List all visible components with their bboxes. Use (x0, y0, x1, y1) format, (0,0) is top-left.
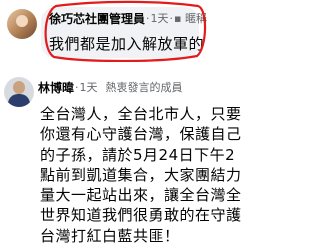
comment-author-name[interactable]: 徐巧芯社團管理員 (49, 10, 145, 27)
separator-dot: · (169, 11, 174, 25)
reply-link[interactable]: ▪ 暱稱 (174, 10, 207, 26)
comment-text-line: 量大一起站出來，讓全台灣全 (40, 186, 242, 205)
commenter-avatar[interactable] (4, 77, 34, 107)
comment-text-line: 世界知道我們很勇敢的在守護 (40, 206, 242, 225)
comment-header: 徐巧芯社團管理員 · 1天 · ▪ 暱稱 (49, 10, 207, 26)
comment-timestamp[interactable]: 1天 (151, 10, 169, 26)
comment-text-line: 的子孫，請於5月24日下午2 (40, 145, 236, 164)
comment-header: 林博暐 · 1天 熱衷發言的成員 (38, 79, 183, 95)
comment-text: 我們都是加入解放軍的 (49, 35, 205, 53)
comment-text-line: 點前到凱道集合，大家團結力 (40, 165, 242, 184)
member-badge: 熱衷發言的成員 (105, 81, 183, 94)
separator-dot: · (146, 11, 150, 25)
commenter-avatar[interactable] (7, 9, 37, 39)
comment-author-name[interactable]: 林博暐 (38, 79, 74, 96)
comment-text-line: 全台灣人，全台北市人，只要 (40, 105, 242, 123)
comment-text-line: 台灣打紅白藍共匪！ (40, 226, 180, 245)
comment-text-line: 你還有心守護台灣，保護自己 (40, 125, 242, 144)
separator-dot: · (75, 80, 79, 94)
comment-timestamp[interactable]: 1天 (80, 79, 98, 95)
comment-text: 全台灣人，全台北市人，只要 你還有心守護台灣，保護自己 的子孫，請於5月24日下… (40, 104, 250, 246)
